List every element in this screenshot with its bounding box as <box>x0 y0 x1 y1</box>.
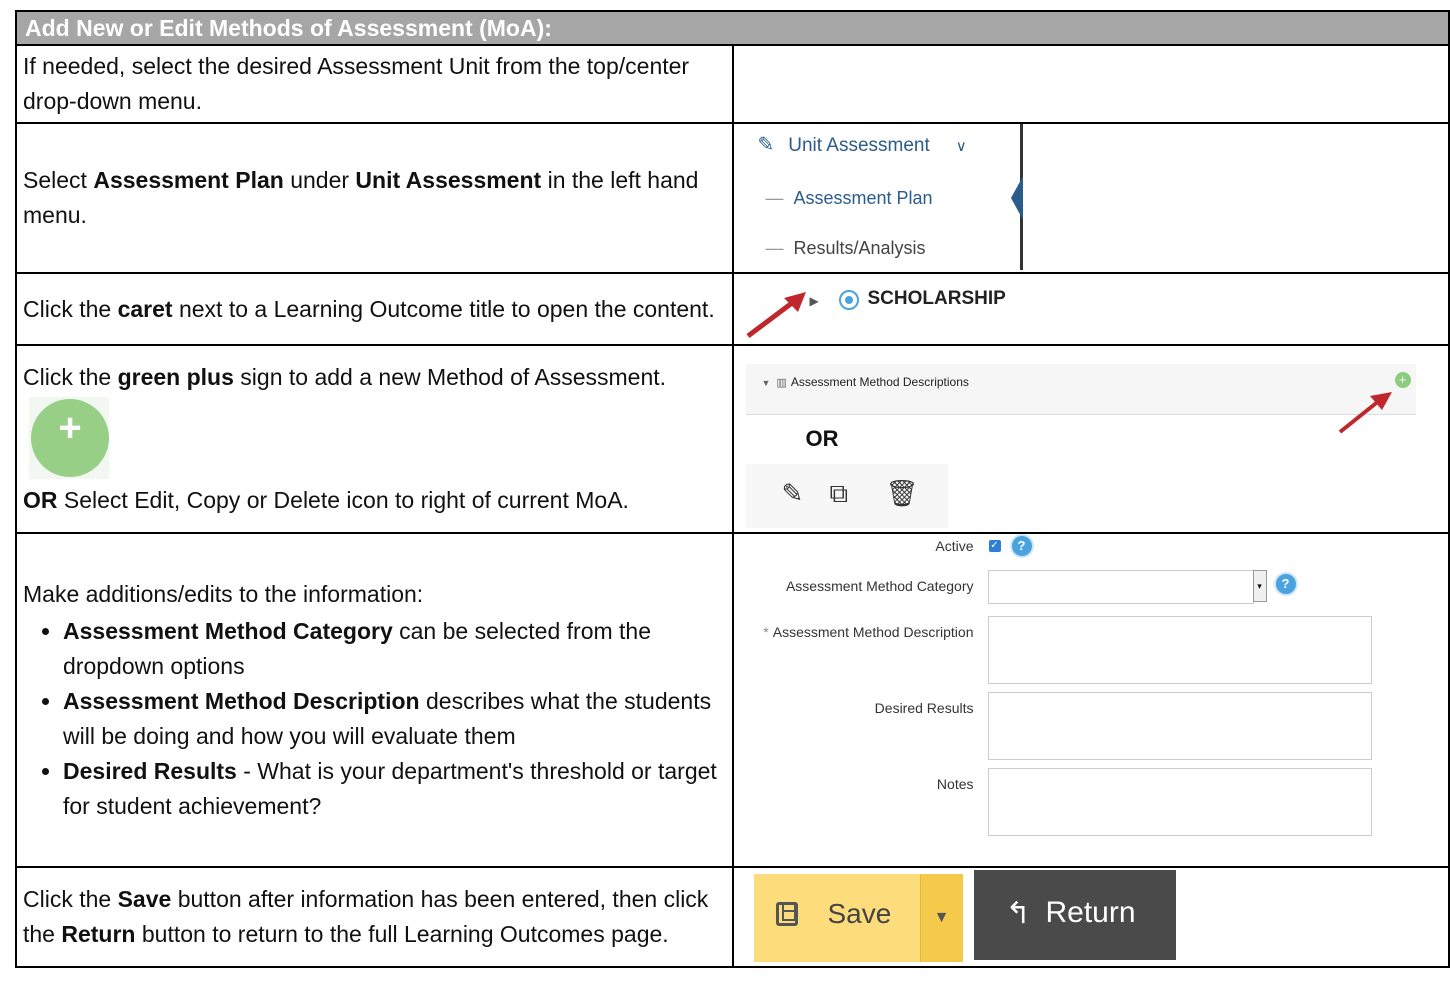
table-row: Select Assessment Plan under Unit Assess… <box>15 122 1450 274</box>
red-arrow-icon <box>746 292 806 338</box>
table-row: Make additions/edits to the information:… <box>15 532 1450 868</box>
save-button[interactable]: Save <box>753 874 920 962</box>
instructions-table: Add New or Edit Methods of Assessment (M… <box>15 10 1450 968</box>
step-text: Click the green plus sign to add a new M… <box>15 344 734 534</box>
menu-item-assessment-plan[interactable]: — Assessment Plan <box>766 188 933 209</box>
step-illustration <box>731 44 1450 124</box>
return-icon: ↰ <box>1005 897 1031 930</box>
save-icon <box>775 902 798 926</box>
menu-item-results-analysis[interactable]: — Results/Analysis <box>766 238 926 259</box>
category-select[interactable] <box>987 570 1254 604</box>
outcome-row: ▶ SCHOLARSHIP <box>744 274 1008 342</box>
category-label: Assessment Method Category <box>785 578 974 594</box>
help-icon[interactable]: ? <box>1009 534 1034 558</box>
step-text: Make additions/edits to the information:… <box>15 532 734 868</box>
green-plus-icon: + <box>29 397 109 479</box>
step-text: Click the caret next to a Learning Outco… <box>15 272 734 346</box>
or-label: OR <box>805 426 839 451</box>
description-textarea[interactable] <box>987 616 1372 684</box>
target-icon <box>838 290 859 310</box>
step-text: Click the Save button after information … <box>15 866 734 968</box>
notes-textarea[interactable] <box>987 768 1372 836</box>
table-row: Click the caret next to a Learning Outco… <box>15 272 1450 346</box>
unit-assessment-menu: ✎ Unit Assessment ∨ — Assessment Plan — Resu… <box>743 124 1023 270</box>
form-buttons: Save ▼ ↰ Return <box>745 868 1176 964</box>
caret-down-icon[interactable]: ▼ <box>762 378 771 388</box>
table-header: Add New or Edit Methods of Assessment (M… <box>15 10 1450 46</box>
step-illustration: ▶ SCHOLARSHIP <box>731 272 1450 346</box>
notes-label: Notes <box>936 776 974 792</box>
active-marker <box>1010 176 1023 220</box>
pencil-icon: ✎ <box>757 134 775 156</box>
step-illustration: ✎ Unit Assessment ∨ — Assessment Plan — Resu… <box>731 122 1450 274</box>
field-list: Assessment Method Category can be select… <box>23 614 726 824</box>
list-item: Assessment Method Category can be select… <box>63 614 726 684</box>
desired-results-textarea[interactable] <box>987 692 1372 760</box>
help-icon[interactable]: ? <box>1273 572 1298 596</box>
description-label: * Assessment Method Description <box>763 624 974 640</box>
step-illustration: Save ▼ ↰ Return <box>731 866 1450 968</box>
bar-chart-icon: ▥ <box>776 377 787 389</box>
desired-results-label: Desired Results <box>874 700 974 716</box>
table-row: If needed, select the desired Assessment… <box>15 44 1450 124</box>
table-row: Click the green plus sign to add a new M… <box>15 344 1450 534</box>
active-label: Active <box>935 538 974 554</box>
trash-icon[interactable]: 🗑 <box>886 478 919 509</box>
list-item: Desired Results - What is your departmen… <box>63 754 726 824</box>
outcome-title: SCHOLARSHIP <box>867 288 1006 309</box>
moa-form: Active ✓ ? Assessment Method Category ▾ … <box>745 534 1372 864</box>
moa-actions: ✎ ⧉ 🗑 <box>745 464 948 528</box>
chevron-down-icon: ∨ <box>955 138 967 155</box>
chevron-down-icon[interactable]: ▾ <box>1252 570 1267 602</box>
red-arrow-icon <box>1338 392 1392 434</box>
list-item: Assessment Method Description describes … <box>63 684 726 754</box>
save-dropdown-button[interactable]: ▼ <box>919 874 963 962</box>
step-text: Select Assessment Plan under Unit Assess… <box>15 122 734 274</box>
edit-icon[interactable]: ✎ <box>782 478 804 509</box>
active-checkbox[interactable]: ✓ <box>988 540 1001 552</box>
step-illustration: Active ✓ ? Assessment Method Category ▾ … <box>731 532 1450 868</box>
copy-icon[interactable]: ⧉ <box>830 478 849 510</box>
assessment-methods-bar: ▼ ▥ Assessment Method Descriptions + <box>745 364 1416 415</box>
unit-assessment-header[interactable]: ✎ Unit Assessment ∨ <box>758 132 967 157</box>
step-illustration: ▼ ▥ Assessment Method Descriptions + OR ✎ … <box>731 344 1450 534</box>
table-row: Click the Save button after information … <box>15 866 1450 968</box>
return-button[interactable]: ↰ Return <box>973 870 1176 960</box>
step-text: If needed, select the desired Assessment… <box>15 44 734 124</box>
